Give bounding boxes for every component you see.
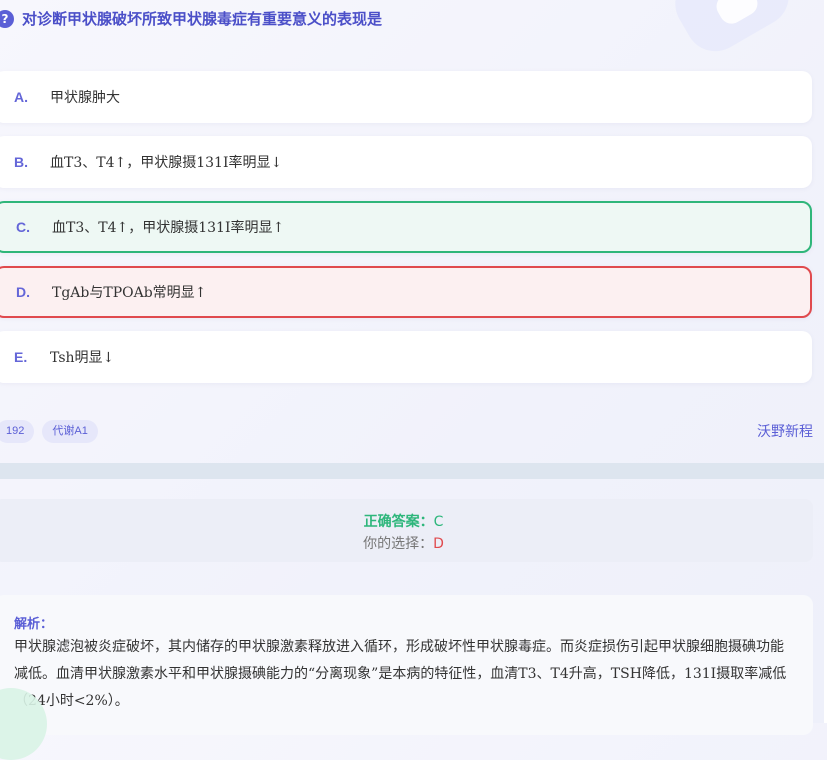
option-d[interactable]: D. TgAb与TPOAb常明显↑	[0, 266, 812, 318]
answer-box: 正确答案：C 你的选择：D	[0, 499, 813, 562]
your-choice: 你的选择：D	[0, 533, 813, 553]
option-letter: A.	[14, 89, 28, 105]
your-choice-label: 你的选择：	[363, 536, 434, 552]
analysis-panel: 解析： 甲状腺滤泡被炎症破坏，其内储存的甲状腺激素释放进入循环，形成破坏性甲状腺…	[0, 595, 813, 735]
section-divider	[0, 463, 824, 479]
option-c[interactable]: C. 血T3、T4↑，甲状腺摄131I率明显↑	[0, 201, 812, 253]
correct-answer: 正确答案：C	[0, 511, 813, 531]
option-text: 血T3、T4↑，甲状腺摄131I率明显↓	[50, 155, 283, 171]
correct-answer-value: C	[433, 514, 444, 530]
tag-category[interactable]: 代谢A1	[42, 420, 98, 443]
option-letter: C.	[16, 219, 30, 235]
question-header: ? 对诊断甲状腺破坏所致甲状腺毒症有重要意义的表现是	[0, 8, 382, 29]
option-e[interactable]: E. Tsh明显↓	[0, 331, 812, 383]
tag-number[interactable]: 192	[0, 420, 35, 443]
question-icon: ?	[0, 9, 14, 28]
option-text: 血T3、T4↑，甲状腺摄131I率明显↑	[52, 220, 285, 236]
tag-list: 192 代谢A1	[0, 420, 98, 443]
analysis-title: 解析：	[14, 617, 54, 632]
option-text: TgAb与TPOAb常明显↑	[52, 285, 207, 301]
correct-answer-label: 正确答案：	[363, 514, 434, 530]
analysis-body: 甲状腺滤泡被炎症破坏，其内储存的甲状腺激素释放进入循环，形成破坏性甲状腺毒症。而…	[14, 639, 787, 709]
option-a[interactable]: A. 甲状腺肿大	[0, 71, 812, 123]
option-text: 甲状腺肿大	[50, 90, 120, 106]
option-letter: E.	[14, 349, 28, 365]
option-text: Tsh明显↓	[50, 350, 115, 366]
option-letter: B.	[14, 154, 28, 170]
option-letter: D.	[16, 284, 30, 300]
question-text: 对诊断甲状腺破坏所致甲状腺毒症有重要意义的表现是	[22, 10, 383, 28]
source-link[interactable]: 沃野新程	[757, 421, 813, 441]
your-choice-value: D	[433, 536, 444, 552]
option-b[interactable]: B. 血T3、T4↑，甲状腺摄131I率明显↓	[0, 136, 812, 188]
